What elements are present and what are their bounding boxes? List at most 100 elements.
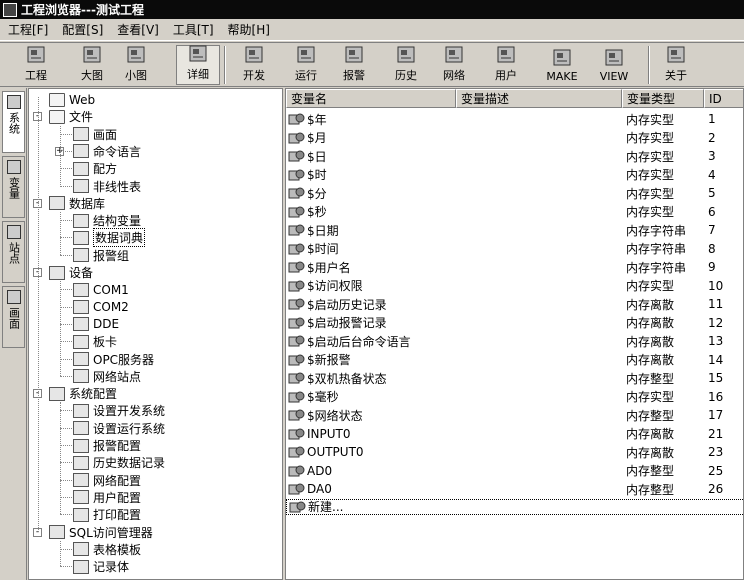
tree-node[interactable]: 画面 xyxy=(73,126,117,143)
tree-node[interactable]: OPC服务器 xyxy=(73,351,154,368)
variable-name: $时间 xyxy=(307,242,339,256)
column-header-1[interactable]: 变量描述 xyxy=(456,89,622,108)
toolbar-button-12[interactable]: 关于 xyxy=(654,45,698,85)
toolbar-label: 网络 xyxy=(443,69,465,82)
table-row[interactable]: $毫秒 内存实型 16 xyxy=(286,388,743,406)
tree-node[interactable]: 记录体 xyxy=(73,558,129,575)
table-row[interactable]: DA0 内存整型 26 xyxy=(286,480,743,498)
table-row[interactable]: $启动报警记录 内存离散 12 xyxy=(286,314,743,332)
tree-node[interactable]: DDE xyxy=(73,316,119,333)
table-row[interactable]: $双机热备状态 内存整型 15 xyxy=(286,369,743,387)
new-variable-cell[interactable]: 新建... xyxy=(286,498,743,515)
side-tab-0[interactable]: 系统 xyxy=(2,91,25,153)
variable-id: 17 xyxy=(708,408,724,422)
table-row[interactable]: $年 内存实型 1 xyxy=(286,110,743,128)
menu-bar: 工程[F] 配置[S] 查看[V] 工具[T] 帮助[H] xyxy=(0,19,744,41)
variable-type: 内存实型 xyxy=(626,131,675,145)
tree-node[interactable]: 打印配置 xyxy=(73,506,141,523)
tree-node[interactable]: 命令语言 xyxy=(73,143,141,160)
tree-node[interactable]: COM1 xyxy=(73,281,129,298)
variable-id: 11 xyxy=(708,297,724,311)
side-tab-2[interactable]: 站点 xyxy=(2,221,25,283)
variable-icon xyxy=(288,371,306,385)
new-variable-row[interactable]: 新建... xyxy=(286,498,743,517)
table-row[interactable]: $启动历史记录 内存离散 11 xyxy=(286,295,743,313)
tree-node[interactable]: 非线性表 xyxy=(73,178,141,195)
table-row[interactable]: $用户名 内存字符串 9 xyxy=(286,258,743,276)
tree-node[interactable]: SQL访问管理器 xyxy=(49,524,153,541)
tree-node[interactable]: 板卡 xyxy=(73,333,117,350)
menu-item-4[interactable]: 帮助[H] xyxy=(228,21,270,38)
menu-item-3[interactable]: 工具[T] xyxy=(173,21,214,38)
tree-node[interactable]: 结构变量 xyxy=(73,212,141,229)
tree-connector xyxy=(60,323,72,325)
tree-node[interactable]: 用户配置 xyxy=(73,489,141,506)
variable-name-cell: AD0 xyxy=(286,462,332,480)
variable-type: 内存字符串 xyxy=(626,260,687,275)
tree-node[interactable]: 数据词典 xyxy=(73,228,146,248)
side-tab-1[interactable]: 变量 xyxy=(2,156,25,218)
menu-item-0[interactable]: 工程[F] xyxy=(8,21,48,38)
tree-node[interactable]: 设备 xyxy=(49,264,93,281)
toolbar-button-6[interactable]: 报警 xyxy=(332,45,376,85)
toolbar-button-2[interactable]: 小图 xyxy=(114,45,158,85)
side-tab-3[interactable]: 画面 xyxy=(2,286,25,348)
table-row[interactable]: $日期 内存字符串 7 xyxy=(286,221,743,239)
table-row[interactable]: OUTPUT0 内存离散 23 xyxy=(286,443,743,461)
table-row[interactable]: $新报警 内存离散 14 xyxy=(286,351,743,369)
toolbar-button-7[interactable]: 历史 xyxy=(384,45,428,85)
tree-node[interactable]: 数据库 xyxy=(49,195,105,212)
variable-name: $日 xyxy=(307,149,327,164)
tree-node[interactable]: 报警配置 xyxy=(73,437,141,454)
tree-node[interactable]: Web xyxy=(49,91,95,108)
variable-type: 内存实型 xyxy=(626,279,675,293)
serial-port-icon xyxy=(73,300,89,315)
tree-node-label: OPC服务器 xyxy=(93,352,155,367)
toolbar-button-10[interactable]: MAKE xyxy=(540,45,584,85)
table-row[interactable]: $日 内存实型 3 xyxy=(286,147,743,165)
variable-name-cell: $日 xyxy=(286,147,327,165)
toolbar-button-11[interactable]: VIEW xyxy=(592,45,636,85)
tree-connector xyxy=(60,150,72,152)
table-row[interactable]: $时 内存实型 4 xyxy=(286,166,743,184)
toolbar-button-0[interactable]: 工程 xyxy=(14,45,58,85)
tree-connector xyxy=(60,341,72,343)
variable-name: $分 xyxy=(307,186,327,201)
toolbar-button-1[interactable]: 大图 xyxy=(70,45,114,85)
tree-node[interactable]: 报警组 xyxy=(73,247,129,264)
variable-icon xyxy=(288,482,306,496)
variable-name: DA0 xyxy=(307,482,332,496)
table-row[interactable]: AD0 内存整型 25 xyxy=(286,462,743,480)
tree-node[interactable]: 网络站点 xyxy=(73,368,141,385)
toolbar-button-3[interactable]: 详细 xyxy=(176,45,220,85)
variable-name-cell: $启动历史记录 xyxy=(286,295,387,313)
tree-node[interactable]: 文件 xyxy=(49,108,93,125)
column-header-3[interactable]: ID xyxy=(704,89,743,108)
tree-node[interactable]: 表格模板 xyxy=(73,541,141,558)
table-row[interactable]: $月 内存实型 2 xyxy=(286,129,743,147)
tree-node[interactable]: 配方 xyxy=(73,160,117,177)
table-row[interactable]: $网络状态 内存整型 17 xyxy=(286,406,743,424)
toolbar-button-8[interactable]: 网络 xyxy=(432,45,476,85)
table-row[interactable]: INPUT0 内存离散 21 xyxy=(286,425,743,443)
column-header-0[interactable]: 变量名 xyxy=(286,89,456,108)
menu-item-1[interactable]: 配置[S] xyxy=(62,21,103,38)
tree-node[interactable]: 设置运行系统 xyxy=(73,420,165,437)
table-row[interactable]: $访问权限 内存实型 10 xyxy=(286,277,743,295)
tree-connector xyxy=(60,254,72,256)
tree-node[interactable]: 系统配置 xyxy=(49,385,117,402)
tree-node[interactable]: 历史数据记录 xyxy=(73,454,165,471)
table-row[interactable]: $分 内存实型 5 xyxy=(286,184,743,202)
tree-node[interactable]: COM2 xyxy=(73,299,129,316)
menu-item-2[interactable]: 查看[V] xyxy=(117,21,159,38)
toolbar-button-5[interactable]: 运行 xyxy=(284,45,328,85)
toolbar-button-4[interactable]: 开发 xyxy=(232,45,276,85)
table-row[interactable]: $秒 内存实型 6 xyxy=(286,203,743,221)
table-row[interactable]: $时间 内存字符串 8 xyxy=(286,240,743,258)
variable-id: 10 xyxy=(708,278,724,293)
table-row[interactable]: $启动后台命令语言 内存离散 13 xyxy=(286,332,743,350)
column-header-2[interactable]: 变量类型 xyxy=(622,89,704,108)
tree-node[interactable]: 网络配置 xyxy=(73,472,141,489)
tree-node[interactable]: 设置开发系统 xyxy=(73,402,165,419)
toolbar-button-9[interactable]: 用户 xyxy=(484,45,528,85)
